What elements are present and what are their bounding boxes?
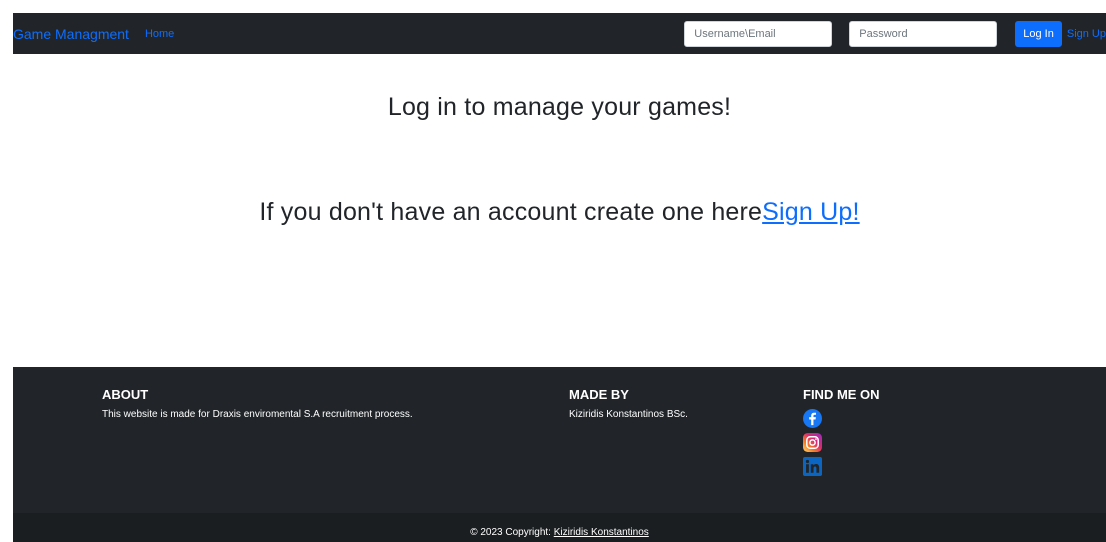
footer-about: ABOUT This website is made for Draxis en…: [102, 387, 413, 420]
page-title: Log in to manage your games!: [387, 93, 732, 121]
signup-prompt: If you don't have an account create one …: [13, 198, 1106, 227]
footer: ABOUT This website is made for Draxis en…: [13, 367, 1106, 513]
login-button[interactable]: Log In: [1015, 20, 1062, 47]
page: Game Managment Home Log In Sign Up Log i…: [13, 13, 1106, 542]
instagram-icon[interactable]: [803, 433, 880, 452]
footer-find-me: FIND ME ON: [803, 387, 880, 476]
about-heading: ABOUT: [102, 387, 149, 402]
nav-home-link[interactable]: Home: [145, 28, 174, 40]
password-input[interactable]: [849, 20, 998, 47]
navbar: Game Managment Home Log In Sign Up: [13, 13, 1106, 54]
footer-made-by: MADE BY Kiziridis Konstantinos BSc.: [569, 387, 688, 420]
facebook-icon[interactable]: [803, 409, 880, 428]
made-by-heading: MADE BY: [569, 387, 629, 402]
about-text: This website is made for Draxis envirome…: [102, 409, 413, 420]
login-form: Log In Sign Up: [684, 13, 1106, 54]
signup-prompt-text: If you don't have an account create one …: [259, 198, 763, 226]
copyright-text: © 2023 Copyright:: [470, 527, 554, 538]
signup-link[interactable]: Sign Up!: [762, 198, 860, 226]
brand-link[interactable]: Game Managment: [13, 26, 129, 42]
social-links: [803, 409, 880, 476]
linkedin-icon[interactable]: [803, 457, 880, 476]
find-me-heading: FIND ME ON: [803, 387, 880, 402]
copyright-bar: © 2023 Copyright: Kiziridis Konstantinos: [13, 513, 1106, 542]
copyright-link[interactable]: Kiziridis Konstantinos: [554, 527, 649, 538]
username-input[interactable]: [684, 20, 833, 47]
nav-signup-link[interactable]: Sign Up: [1067, 28, 1106, 40]
made-by-text: Kiziridis Konstantinos BSc.: [569, 409, 688, 420]
